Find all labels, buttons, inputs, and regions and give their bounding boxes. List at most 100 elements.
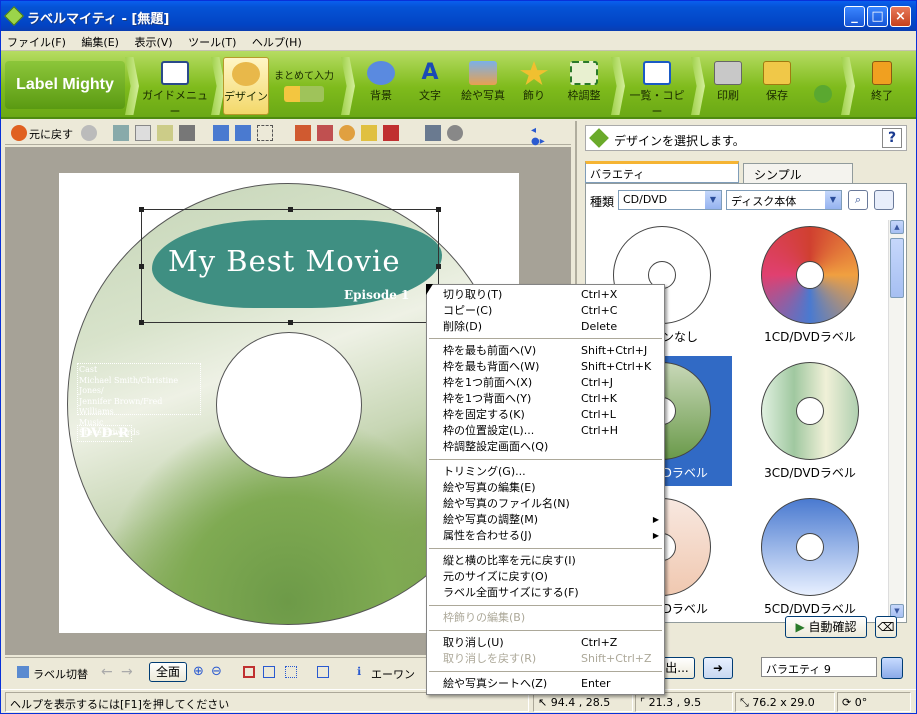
- grid-toggle-icon[interactable]: [285, 666, 297, 678]
- label-switch-button[interactable]: ラベル切替: [33, 666, 88, 682]
- list-item[interactable]: 3CD/DVDラベル: [740, 356, 880, 486]
- size-icon: ⤡: [740, 696, 753, 709]
- fill-icon[interactable]: [383, 125, 399, 141]
- menu-item-copy[interactable]: コピー(C) Ctrl+C: [443, 303, 659, 319]
- zoom-in-icon[interactable]: ⊕: [193, 664, 204, 679]
- bring-front-icon[interactable]: [213, 125, 229, 141]
- menu-item-position[interactable]: 枠の位置設定(L)... Ctrl+H: [443, 423, 659, 439]
- minimize-button[interactable]: _: [844, 6, 865, 27]
- resize-handle[interactable]: [436, 264, 441, 269]
- resize-handle[interactable]: [436, 207, 441, 212]
- menu-item-reset-size[interactable]: 元のサイズに戻す(O): [443, 569, 659, 585]
- menu-item-backward[interactable]: 枠を1つ背面へ(Y) Ctrl+K: [443, 391, 659, 407]
- menu-item-frame-settings[interactable]: 枠調整設定画面へ(Q): [443, 439, 659, 455]
- menu-item-edit-image[interactable]: 絵や写真の編集(E): [443, 480, 659, 496]
- help-button[interactable]: ?: [882, 128, 902, 148]
- menu-view[interactable]: 表示(V): [128, 31, 178, 53]
- kind-select[interactable]: CD/DVD ▼: [618, 190, 722, 210]
- resize-handle[interactable]: [139, 207, 144, 212]
- credits-text[interactable]: Cast Michael Smith/Christine Jones/ Jenn…: [77, 363, 201, 437]
- menu-item-image-filename[interactable]: 絵や写真のファイル名(N): [443, 496, 659, 512]
- scroll-up-icon[interactable]: ▲: [890, 220, 904, 234]
- info-icon[interactable]: ℹ: [357, 665, 361, 678]
- close-button[interactable]: ×: [890, 6, 911, 27]
- copy-icon[interactable]: [135, 125, 151, 141]
- paste-icon[interactable]: [157, 125, 173, 141]
- circle-icon[interactable]: [447, 125, 463, 141]
- tab-simple[interactable]: シンプル: [743, 163, 853, 183]
- print-button[interactable]: 印刷: [707, 57, 749, 115]
- menu-item-front-most[interactable]: 枠を最も前面へ(V) Shift+Ctrl+J: [443, 343, 659, 359]
- frame-adjust-button[interactable]: 枠調整: [559, 57, 609, 115]
- selection-frame[interactable]: [139, 207, 441, 325]
- design-button[interactable]: デザイン: [223, 57, 269, 115]
- undo-icon[interactable]: [11, 125, 27, 141]
- arrow-right-icon[interactable]: →: [121, 664, 133, 680]
- resize-handle[interactable]: [139, 320, 144, 325]
- prev-next-icon[interactable]: ◂ ●▸: [531, 125, 547, 147]
- cut-icon[interactable]: [113, 125, 129, 141]
- decoration-button[interactable]: 飾り: [513, 57, 555, 115]
- menu-item-trimming[interactable]: トリミング(G)...: [443, 464, 659, 480]
- menu-item-adjust-image[interactable]: 絵や写真の調整(M) ▶: [443, 512, 659, 528]
- resize-handle[interactable]: [288, 207, 293, 212]
- tab-variety[interactable]: バラエティ: [585, 161, 739, 183]
- sub-kind-select[interactable]: ディスク本体 ▼: [726, 190, 842, 210]
- menu-item-lock[interactable]: 枠を固定する(K) Ctrl+L: [443, 407, 659, 423]
- folder-arrow-icon[interactable]: ➜: [703, 657, 733, 679]
- menu-item-full-size[interactable]: ラベル全面サイズにする(F): [443, 585, 659, 601]
- maximize-button[interactable]: □: [867, 6, 888, 27]
- guide-icon[interactable]: [263, 666, 275, 678]
- menu-item-reset-ratio[interactable]: 縦と横の比率を元に戻す(I): [443, 553, 659, 569]
- user-button[interactable]: [809, 57, 837, 115]
- background-button[interactable]: 背景: [359, 57, 403, 115]
- menu-help[interactable]: ヘルプ(H): [246, 31, 308, 53]
- text-button[interactable]: A 文字: [409, 57, 451, 115]
- zoom-all-button[interactable]: 全面: [149, 662, 187, 682]
- layer-icon[interactable]: [425, 125, 441, 141]
- scroll-thumb[interactable]: [890, 238, 904, 298]
- menu-item-back-most[interactable]: 枠を最も背面へ(W) Shift+Ctrl+K: [443, 359, 659, 375]
- menu-item-delete[interactable]: 削除(D) Delete: [443, 319, 659, 335]
- undo-label[interactable]: 元に戻す: [29, 126, 73, 142]
- palette-small-icon[interactable]: [339, 125, 355, 141]
- preview-icon[interactable]: [874, 190, 894, 210]
- menu-file[interactable]: ファイル(F): [1, 31, 72, 53]
- library-icon[interactable]: [881, 657, 903, 679]
- list-item[interactable]: 1CD/DVDラベル: [740, 220, 880, 350]
- zoom-out-icon[interactable]: ⊖: [211, 664, 222, 679]
- save-button[interactable]: 保存: [755, 57, 799, 115]
- auto-confirm-button[interactable]: ▶ 自動確認: [785, 616, 867, 638]
- list-scrollbar[interactable]: ▲ ▼: [888, 220, 904, 618]
- menu-edit[interactable]: 編集(E): [75, 31, 125, 53]
- exit-button[interactable]: 終了: [859, 57, 905, 115]
- format-label[interactable]: DVD-R: [77, 425, 132, 442]
- resize-handle[interactable]: [288, 320, 293, 325]
- text-style-icon[interactable]: [295, 125, 311, 141]
- menu-item-match-attributes[interactable]: 属性を合わせる(J) ▶: [443, 528, 659, 544]
- image-button[interactable]: 絵や写真: [457, 57, 509, 115]
- clear-icon[interactable]: ⌫: [875, 616, 897, 638]
- redo-icon[interactable]: [81, 125, 97, 141]
- guide-menu-button[interactable]: ガイドメニュー: [139, 57, 211, 118]
- menu-item-cut[interactable]: 切り取り(T) Ctrl+X: [443, 287, 659, 303]
- eworn-label[interactable]: エーワン: [371, 666, 415, 682]
- batch-input-button[interactable]: まとめて入力: [271, 57, 337, 115]
- color-icon[interactable]: [317, 125, 333, 141]
- search-icon[interactable]: ⌕: [848, 190, 868, 210]
- send-back-icon[interactable]: [235, 125, 251, 141]
- snap-icon[interactable]: [317, 666, 329, 678]
- resize-handle[interactable]: [139, 264, 144, 269]
- status-size: ⤡ 76.2 x 29.0: [735, 692, 835, 712]
- brush-icon[interactable]: [361, 125, 377, 141]
- list-item[interactable]: 5CD/DVDラベル: [740, 492, 880, 618]
- delete-icon[interactable]: [179, 125, 195, 141]
- view-mode-icon[interactable]: [243, 666, 255, 678]
- frame-select-icon[interactable]: [257, 125, 273, 141]
- menu-tools[interactable]: ツール(T): [182, 31, 242, 53]
- menu-item-image-sheet[interactable]: 絵や写真シートへ(Z) Enter: [443, 676, 659, 692]
- menu-item-forward[interactable]: 枠を1つ前面へ(X) Ctrl+J: [443, 375, 659, 391]
- menu-item-undo[interactable]: 取り消し(U) Ctrl+Z: [443, 635, 659, 651]
- list-copy-button[interactable]: 一覧・コピー: [625, 57, 689, 118]
- arrow-left-icon[interactable]: ←: [101, 664, 113, 680]
